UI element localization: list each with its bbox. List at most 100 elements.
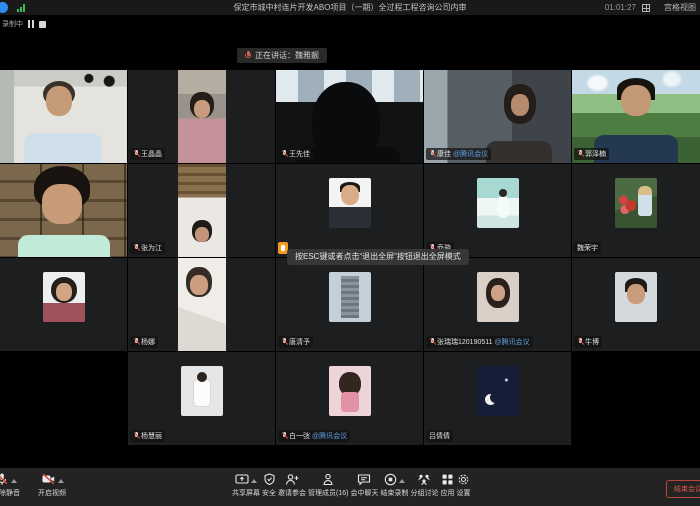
participant-name: 吕倩倩 — [429, 431, 450, 441]
participant-label: 康佳@腾讯会议 — [426, 148, 491, 160]
camera-off-icon — [41, 472, 56, 486]
active-speaker-banner: 正在讲话：魏雅靓 — [237, 48, 327, 63]
participant-label: 郭泽楠 — [574, 148, 609, 160]
video-art — [24, 133, 102, 163]
grid-view-icon[interactable] — [642, 4, 650, 12]
video-tile[interactable]: 康佳@腾讯会议 — [424, 70, 571, 163]
video-tile[interactable]: 牛博 — [572, 258, 700, 351]
security-button[interactable]: 安全 — [262, 473, 276, 498]
participant-name: 魏荣宇 — [577, 243, 598, 253]
muted-mic-icon — [0, 472, 9, 486]
manage-members-button[interactable]: 管理成员(16) — [308, 473, 348, 498]
recording-indicator: 录制中 — [2, 19, 46, 29]
participant-avatar — [477, 272, 519, 322]
video-tile[interactable]: 魏荣宇 — [572, 164, 700, 257]
settings-button[interactable]: 设置 — [456, 473, 470, 498]
unmute-button[interactable]: 解除静音 — [0, 473, 20, 498]
start-video-label: 开启视频 — [38, 488, 66, 498]
camera-options-caret[interactable] — [58, 479, 64, 483]
apps-label: 应用 — [440, 488, 454, 498]
chat-button[interactable]: 会中聊天 — [350, 473, 378, 498]
video-tile[interactable]: 王先佳 — [276, 70, 423, 163]
participant-name: 郭泽楠 — [585, 149, 606, 159]
meeting-window: 保定市城中村连片开发ABO项目（一期）全过程工程咨询公司内审 01:01:27 … — [0, 0, 700, 506]
participant-label: 杨慧丽 — [130, 430, 165, 442]
muted-mic-icon — [133, 244, 139, 252]
video-tile[interactable]: 唐清予 — [276, 258, 423, 351]
muted-mic-icon — [429, 338, 435, 346]
participant-video — [0, 70, 127, 163]
participant-label: 张瑞瑞120190511@腾讯会议 — [426, 336, 533, 348]
participant-badge: @腾讯会议 — [312, 431, 347, 441]
participant-label: 唐清予 — [278, 336, 313, 348]
stop-recording-button[interactable] — [39, 21, 46, 28]
video-tile[interactable] — [0, 258, 127, 351]
participant-video — [178, 70, 226, 163]
record-options-caret[interactable] — [399, 479, 405, 483]
invite-label: 邀请参会 — [278, 488, 306, 498]
top-bar: 保定市城中村连片开发ABO项目（一期）全过程工程咨询公司内审 01:01:27 … — [0, 0, 700, 15]
video-tile[interactable]: 吕倩倩 — [424, 352, 571, 445]
stop-record-button[interactable]: 结束录制 — [380, 473, 408, 498]
participant-video — [178, 164, 226, 257]
video-tile[interactable]: 张为江 — [128, 164, 275, 257]
stop-record-icon — [384, 473, 397, 486]
video-art — [18, 235, 110, 257]
participant-name: 杨慧丽 — [141, 431, 162, 441]
participant-name: 王晶晶 — [141, 149, 162, 159]
muted-mic-icon — [577, 150, 583, 158]
participant-avatar — [329, 272, 371, 322]
participant-avatar — [181, 366, 223, 416]
video-tile[interactable] — [0, 70, 127, 163]
security-label: 安全 — [262, 488, 276, 498]
bottom-toolbar: 解除静音 开启视频 共享屏幕 安全 邀请参会 管理成员(16) — [0, 468, 700, 506]
participant-label: 杨娜 — [130, 336, 158, 348]
participant-name: 牛博 — [585, 337, 599, 347]
end-meeting-button[interactable]: 结束会议 — [666, 480, 700, 498]
participant-label: 王先佳 — [278, 148, 313, 160]
video-tile[interactable]: 白一弢@腾讯会议 — [276, 352, 423, 445]
exit-fullscreen-toast: 按ESC键或者点击“退出全屏”按钮退出全屏模式 — [287, 249, 469, 265]
chat-bubble-icon — [357, 473, 371, 486]
muted-mic-icon — [281, 338, 287, 346]
breakout-rooms-icon — [417, 473, 431, 486]
participant-avatar — [477, 366, 519, 416]
view-toggle-label[interactable]: 宫格视图 — [664, 0, 696, 15]
start-video-button[interactable]: 开启视频 — [38, 473, 66, 498]
video-tile[interactable]: 郭泽楠 — [572, 70, 700, 163]
shield-icon — [263, 473, 276, 486]
breakout-rooms-label: 分组讨论 — [410, 488, 438, 498]
participant-avatar — [329, 178, 371, 228]
video-tile[interactable]: 乔璇 — [424, 164, 571, 257]
participant-name: 杨娜 — [141, 337, 155, 347]
participant-name: 康佳 — [437, 149, 451, 159]
video-tile[interactable]: 张瑞瑞120190511@腾讯会议 — [424, 258, 571, 351]
video-tile-active-speaker[interactable] — [0, 164, 127, 257]
recording-label: 录制中 — [2, 19, 23, 29]
participant-name: 张瑞瑞120190511 — [437, 337, 493, 347]
apps-button[interactable]: 应用 — [440, 473, 454, 498]
speaking-mic-icon — [245, 51, 251, 60]
video-tile[interactable] — [276, 164, 423, 257]
breakout-rooms-button[interactable]: 分组讨论 — [410, 473, 438, 498]
participant-avatar — [615, 272, 657, 322]
video-tile[interactable]: 王晶晶 — [128, 70, 275, 163]
participant-avatar — [329, 366, 371, 416]
participant-label: 王晶晶 — [130, 148, 165, 160]
share-screen-button[interactable]: 共享屏幕 — [232, 473, 260, 498]
share-options-caret[interactable] — [251, 479, 257, 483]
participant-label: 白一弢@腾讯会议 — [278, 430, 350, 442]
video-tile[interactable]: 杨慧丽 — [128, 352, 275, 445]
active-speaker-text: 正在讲话：魏雅靓 — [255, 50, 319, 61]
apps-grid-icon — [441, 473, 454, 486]
unmute-label: 解除静音 — [0, 488, 20, 498]
video-tile[interactable]: 杨娜 — [128, 258, 275, 351]
video-art — [486, 141, 552, 163]
participant-video — [178, 258, 226, 351]
stop-record-label: 结束录制 — [380, 488, 408, 498]
share-screen-label: 共享屏幕 — [232, 488, 260, 498]
invite-button[interactable]: 邀请参会 — [278, 473, 306, 498]
mic-options-caret[interactable] — [11, 479, 17, 483]
pause-recording-button[interactable] — [28, 20, 34, 28]
participant-name: 唐清予 — [289, 337, 310, 347]
